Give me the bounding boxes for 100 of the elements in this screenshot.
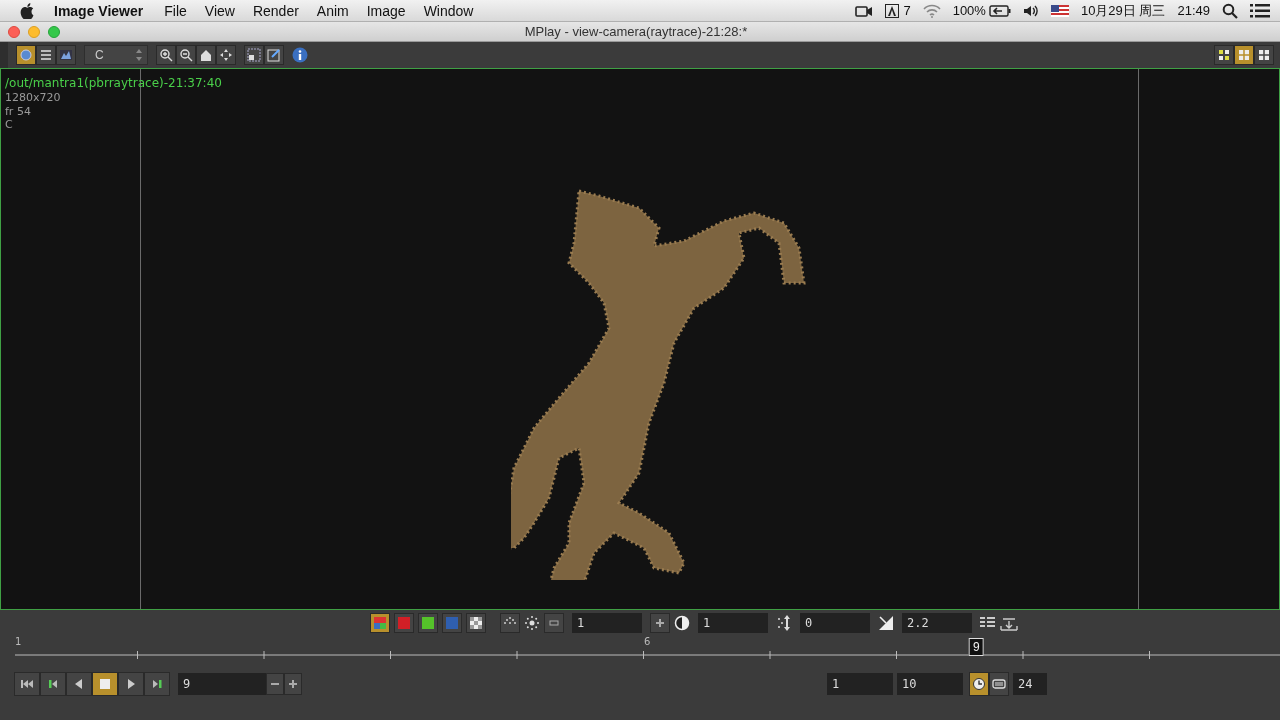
checker-icon (1217, 48, 1231, 62)
window-title: MPlay - view-camera(raytrace)-21:28:* (523, 24, 749, 39)
close-button[interactable] (8, 25, 20, 38)
cross-grid-icon (1237, 48, 1251, 62)
menu-bar-date[interactable]: 10月29日 周三 (1080, 1, 1166, 20)
film-icon (992, 677, 1006, 691)
layout-button[interactable] (1234, 45, 1254, 65)
realtime-button[interactable] (969, 672, 989, 696)
battery-charging-icon (988, 4, 1011, 17)
skip-to-start-icon (20, 677, 34, 691)
menu-item[interactable]: Image (357, 2, 415, 19)
range-end-field[interactable]: 10 (897, 673, 963, 695)
zoom-in-button[interactable] (156, 45, 176, 65)
frame-region-button[interactable] (244, 45, 264, 65)
all-channels-button[interactable] (370, 613, 390, 633)
up-down-arrows-icon (135, 48, 143, 62)
stop-button[interactable] (92, 672, 118, 696)
channel-dropdown[interactable]: C (84, 45, 148, 65)
menu-item[interactable]: File (155, 2, 196, 19)
zoom-in-icon (159, 48, 173, 62)
battery-percentage: 100% (952, 3, 986, 18)
table-icon[interactable] (980, 616, 996, 630)
speaker-icon[interactable] (1022, 3, 1039, 18)
menu-item[interactable]: Render (243, 2, 308, 19)
render-view-button[interactable] (16, 45, 36, 65)
search-icon[interactable] (1222, 2, 1238, 19)
channel-button[interactable] (418, 613, 438, 633)
previous-key-icon (46, 677, 60, 691)
gamma-curve-icon (878, 615, 894, 631)
menu-item[interactable]: View (195, 2, 244, 19)
render-view-icon (19, 48, 33, 62)
menu-item[interactable]: Anim (307, 2, 358, 19)
menu-item[interactable]: Window (414, 2, 483, 19)
previous-key-button[interactable] (40, 672, 66, 696)
frame-field[interactable]: 9 (178, 673, 266, 695)
list-view-button[interactable] (36, 45, 56, 65)
toolbar-handle[interactable] (0, 42, 8, 68)
sparkle-button[interactable] (500, 613, 520, 633)
channel-button[interactable] (394, 613, 414, 633)
contrast-field[interactable]: 1 (698, 613, 768, 633)
home-button[interactable] (196, 45, 216, 65)
app-name[interactable]: Image Viewer (34, 2, 156, 19)
list-view-icon (39, 48, 53, 62)
layout-button[interactable] (1214, 45, 1234, 65)
tray-download-icon[interactable] (1000, 615, 1018, 631)
plus-icon (655, 618, 665, 628)
swatch-icon (420, 615, 436, 631)
fps-field[interactable]: 24 (1013, 673, 1047, 695)
playhead-frame-marker[interactable]: 9 (969, 638, 984, 656)
swatch-icon (396, 615, 412, 631)
apple-logo-icon (20, 2, 34, 19)
dots-arrow-icon (776, 615, 792, 631)
corners-icon (1257, 48, 1271, 62)
next-key-icon (150, 677, 164, 691)
offset-field[interactable]: 0 (800, 613, 870, 633)
minus-icon (549, 618, 559, 628)
frame-label: 1 (15, 636, 23, 649)
menu-bar-clock[interactable]: 21:49 (1177, 3, 1210, 18)
gamma-field[interactable]: 2.2 (902, 613, 972, 633)
video-camera-icon[interactable] (855, 3, 874, 18)
four-arrows-icon (219, 48, 233, 62)
zoom-out-icon (179, 48, 193, 62)
all-frames-button[interactable] (989, 672, 1009, 696)
skip-to-start-button[interactable] (14, 672, 40, 696)
frame-region-icon (247, 48, 261, 62)
list-menu-icon[interactable] (1250, 2, 1270, 19)
adobe-logo-icon[interactable] (885, 3, 900, 18)
notification-count: 7 (903, 3, 911, 18)
play-reverse-button[interactable] (66, 672, 92, 696)
image-resolution: 1280x720 (5, 91, 62, 105)
flag-icon[interactable] (1050, 4, 1069, 17)
zoom-out-button[interactable] (176, 45, 196, 65)
edit-frame-button[interactable] (264, 45, 284, 65)
info-icon[interactable] (292, 47, 308, 63)
frame-label: 6 (644, 636, 651, 649)
wifi-icon[interactable] (922, 3, 941, 18)
clock-icon (972, 677, 986, 691)
next-key-button[interactable] (144, 672, 170, 696)
increment-button[interactable] (284, 673, 302, 695)
decrement-button[interactable] (266, 673, 284, 695)
histogram-button[interactable] (56, 45, 76, 65)
alpha-channel-button[interactable] (466, 613, 486, 633)
half-circle-icon (674, 615, 690, 631)
frame-number: fr 54 (5, 104, 32, 118)
timeline-ruler[interactable] (15, 650, 1280, 660)
layout-button[interactable] (1254, 45, 1274, 65)
play-button[interactable] (118, 672, 144, 696)
stop-icon (98, 677, 112, 691)
brightness-field[interactable]: 1 (572, 613, 642, 633)
edit-frame-icon (267, 48, 281, 62)
swatch-icon (444, 615, 460, 631)
range-start-field[interactable]: 1 (827, 673, 893, 695)
increase-button[interactable] (650, 613, 670, 633)
home-icon (199, 48, 213, 62)
checker-swatch-icon (468, 615, 484, 631)
image-source-path: /out/mantra1(pbrraytrace)-21:37:40 (5, 76, 223, 91)
decrease-button[interactable] (544, 613, 564, 633)
four-arrows-button[interactable] (216, 45, 236, 65)
sun-icon (524, 615, 540, 631)
histogram-icon (59, 48, 73, 62)
